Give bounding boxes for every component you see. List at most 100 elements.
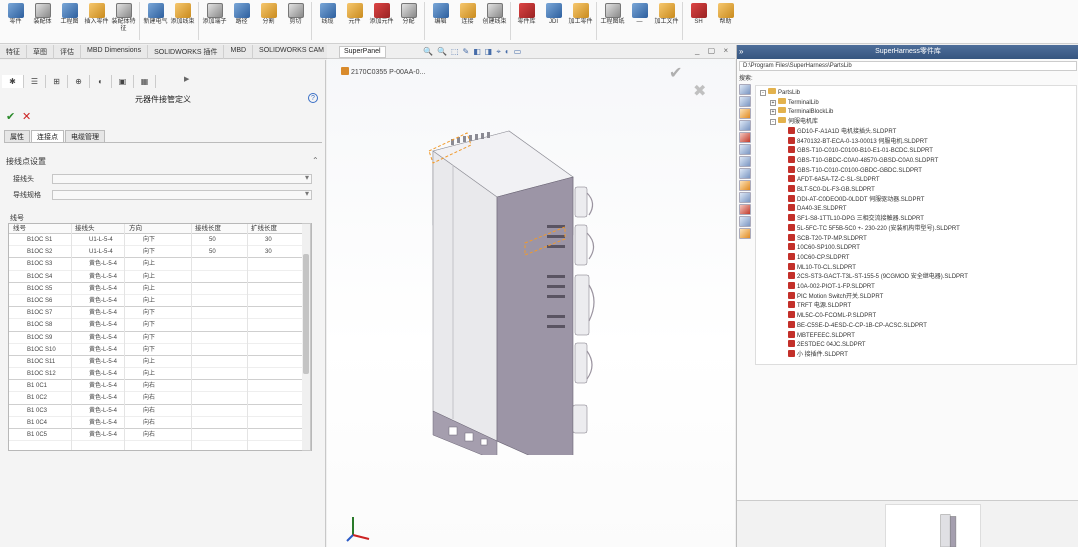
ribbon-button[interactable]: 插入零件 [83, 2, 110, 42]
ribbon-button[interactable]: 分配 [395, 2, 422, 42]
servo-drive-model[interactable] [425, 115, 625, 455]
table-row[interactable]: B1OC S5 黄色-L-5-4 向上 [9, 283, 311, 295]
column-header[interactable]: 扩线长度 [251, 224, 277, 234]
tab-superpanel[interactable]: SuperPanel [339, 46, 386, 58]
tree-folder-item[interactable]: - 伺服电机库 [770, 117, 818, 126]
subtab-cable-management[interactable]: 电缆管理 [65, 130, 105, 142]
new-folder-icon[interactable] [739, 120, 751, 131]
tree-part-item[interactable]: 8470132-BT-ECA-0-13-00013 伺服电机.SLDPRT [780, 136, 928, 146]
table-row[interactable]: B1OC S12 黄色-L-5-4 向上 [9, 368, 311, 381]
library-path-field[interactable]: D:\Program Files\SuperHarness\PartsLib [739, 61, 1077, 71]
copy-icon[interactable] [739, 144, 751, 155]
ribbon-button[interactable]: 加工零件 [567, 2, 594, 42]
confirm-check-icon[interactable]: ✔ [6, 110, 15, 123]
ribbon-button[interactable]: 帮助 [712, 2, 739, 42]
ribbon-button[interactable]: — [626, 2, 653, 42]
scrollbar-thumb[interactable] [303, 254, 309, 374]
home-icon[interactable] [739, 84, 751, 95]
tree-part-item[interactable]: AFDT-6A5A-TZ-C-SL-SLDPRT [780, 175, 880, 184]
tree-part-item[interactable]: 2ESTDEC 04JC.SLDPRT [780, 340, 866, 349]
ribbon-button[interactable]: 工程图 [56, 2, 83, 42]
subtab-properties[interactable]: 属性 [4, 130, 30, 142]
property-manager-icon[interactable]: ☰ [24, 75, 46, 88]
table-row[interactable]: B1OC S2 U1-L-5-4 向下 50 30 [9, 246, 311, 259]
command-tab[interactable]: MBD [224, 45, 254, 59]
tree-part-item[interactable]: DA40-3E.SLDPRT [780, 204, 847, 213]
expand-icon[interactable]: + [770, 109, 776, 116]
tree-part-item[interactable]: GD10-F-A1A1D 电机接插头.SLDPRT [780, 126, 896, 136]
ribbon-button[interactable]: 加工文件 [653, 2, 680, 42]
table-row[interactable]: B1 0C5 黄色-L-5-4 向右 [9, 429, 311, 442]
tree-part-item[interactable]: BE-C5SE-D-4ESD-C-CP-1B-CP-ACSC.SLDPRT [780, 320, 927, 330]
tree-part-item[interactable]: GBS-T10-C010-C0100-B10-E1-01-BCDC.SLDPRT [780, 146, 933, 155]
cancel-corner-x-icon[interactable]: ✖ [693, 81, 706, 101]
ribbon-button[interactable]: 元件 [341, 2, 368, 42]
view-tool-icon[interactable]: ⬚ [451, 47, 459, 57]
tree-part-item[interactable]: 10A-002-PIOT-1-FP.SLDPRT [780, 282, 875, 291]
ribbon-button[interactable]: 零件 [2, 2, 29, 42]
ribbon-button[interactable]: 创建线束 [481, 2, 508, 42]
subtab-connection-points[interactable]: 连接点 [31, 130, 64, 142]
tree-part-item[interactable]: SCB-T20-TP-MP.SLDPRT [780, 233, 867, 243]
tree-part-item[interactable]: 10C60-SP100.SLDPRT [780, 243, 860, 252]
table-row[interactable]: B1OC S3 黄色-L-5-4 向上 [9, 258, 311, 271]
command-tab[interactable]: SOLIDWORKS 插件 [148, 45, 225, 59]
view-tool-icon[interactable]: 🔍 [423, 47, 433, 57]
tree-part-item[interactable]: GBS-T10-GBDC-C0A0-48570-GBSD-C0A0.SLDPRT [780, 155, 938, 165]
window-controls[interactable]: _ ▢ × [695, 46, 731, 55]
tree-part-item[interactable]: GBS-T10-C010-C0100-GBDC-GBDC.SLDPRT [780, 165, 922, 175]
refresh-icon[interactable] [739, 96, 751, 107]
collapse-panel-icon[interactable]: » [739, 45, 743, 59]
command-tab[interactable]: SOLIDWORKS CAM [253, 45, 331, 59]
ribbon-button[interactable]: 工程图纸 [599, 2, 626, 42]
command-tab[interactable]: 评估 [54, 45, 81, 59]
dimxpert-icon[interactable]: ⊕ [68, 75, 90, 88]
delete-icon[interactable] [739, 204, 751, 215]
ribbon-button[interactable]: 剪切 [282, 2, 309, 42]
view-tool-icon[interactable]: ▭ [514, 47, 522, 57]
collapse-icon[interactable]: - [770, 119, 776, 126]
column-header[interactable]: 线号 [13, 224, 26, 234]
command-tab[interactable]: 特征 [0, 45, 27, 59]
cancel-x-icon[interactable]: ✕ [22, 110, 31, 123]
tree-part-item[interactable]: ML10-T0-CL.SLDPRT [780, 262, 856, 272]
tool-icon[interactable] [739, 180, 751, 191]
ribbon-button[interactable]: 装配体特征 [110, 2, 137, 42]
wire-icon[interactable] [739, 192, 751, 203]
grid-icon[interactable] [739, 168, 751, 179]
cam-manager-icon[interactable]: ▣ [112, 75, 134, 88]
table-row[interactable]: B1 0C1 黄色-L-5-4 向右 [9, 380, 311, 393]
table-row[interactable]: B1OC S9 黄色-L-5-4 向下 [9, 332, 311, 344]
table-row[interactable]: B1OC S10 黄色-L-5-4 向下 [9, 344, 311, 356]
collapse-chevron-icon[interactable]: ⌃ [312, 156, 319, 165]
wire-spec-select[interactable] [52, 189, 312, 200]
view-triad-icon[interactable] [345, 513, 375, 543]
table-scrollbar[interactable] [302, 223, 311, 451]
column-header[interactable]: 方向 [129, 224, 142, 234]
ribbon-button[interactable]: 添加线束 [169, 2, 196, 42]
command-tab[interactable]: MBD Dimensions [81, 45, 149, 59]
sphere-icon[interactable] [739, 156, 751, 167]
tree-folder-item[interactable]: + TerminalBlockLib [770, 107, 833, 116]
view-tool-icon[interactable]: ◧ [473, 47, 481, 57]
globe-icon[interactable] [739, 132, 751, 143]
table-row[interactable]: B1 0C2 黄色-L-5-4 向右 [9, 392, 311, 405]
table-row[interactable]: B1OC S6 黄色-L-5-4 向上 [9, 295, 311, 308]
tree-part-item[interactable]: DDI-AT-C0DEO0D-0LDDT 伺服驱动器.SLDPRT [780, 194, 924, 204]
view-tool-icon[interactable]: ◐ [505, 47, 510, 57]
table-row[interactable]: B1OC S1 U1-L-5-4 向下 50 30 [9, 234, 311, 247]
ribbon-button[interactable]: 装配体 [29, 2, 56, 42]
table-row[interactable]: B1 0C3 黄色-L-5-4 向右 [9, 405, 311, 417]
ribbon-button[interactable]: 线缆 [314, 2, 341, 42]
tree-part-item[interactable]: 10C60-CP.SLDPRT [780, 252, 849, 262]
view-tool-icon[interactable]: ◨ [485, 47, 493, 57]
table-row[interactable]: B1OC S7 黄色-L-5-4 向下 [9, 307, 311, 320]
ribbon-button[interactable]: 连接 [454, 2, 481, 42]
tree-part-item[interactable]: MBTEFEEC.SLDPRT [780, 330, 855, 340]
view-tool-icon[interactable]: ⌖ [496, 47, 501, 57]
breadcrumb[interactable]: 2170C0355 P-00AA-0... [341, 67, 425, 76]
command-tab[interactable]: 草图 [27, 45, 54, 59]
ribbon-button[interactable]: SH [685, 2, 712, 42]
ribbon-button[interactable]: 新建电气 [142, 2, 169, 42]
ribbon-button[interactable]: JDI [540, 2, 567, 42]
